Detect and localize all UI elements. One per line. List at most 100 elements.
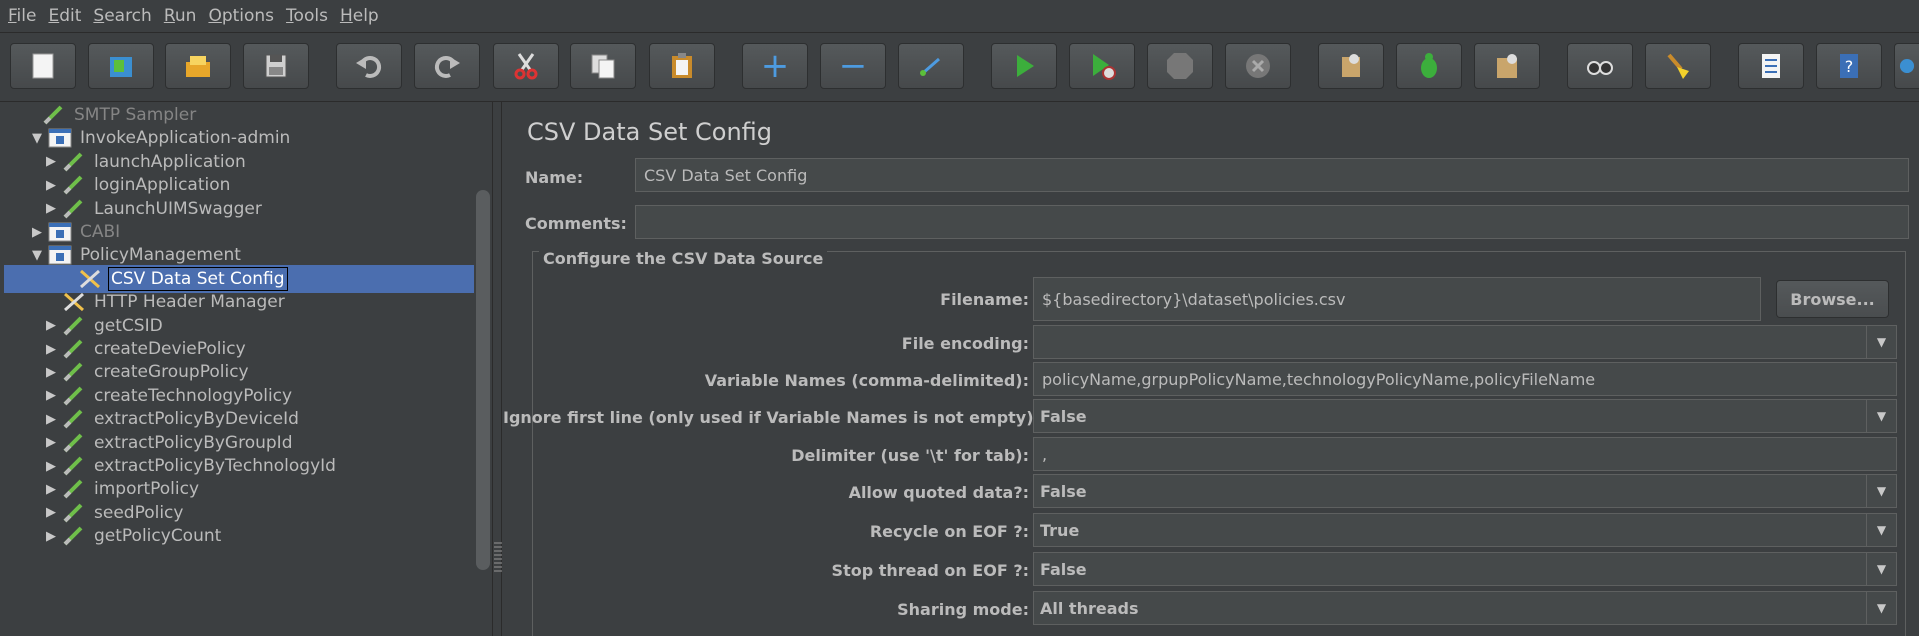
expand-all-button[interactable]: +	[742, 43, 808, 89]
collapse-toggle-icon[interactable]: ▼	[28, 131, 46, 146]
shutdown-button[interactable]	[1225, 43, 1291, 89]
stop-thread-on-eof-value: False	[1040, 559, 1087, 579]
reset-search-button[interactable]	[1645, 43, 1711, 89]
redo-icon	[434, 55, 460, 78]
tree-item-label: SMTP Sampler	[74, 105, 197, 125]
expand-toggle-icon[interactable]: ▶	[42, 505, 60, 520]
stop-thread-on-eof-combo[interactable]: False ▼	[1033, 552, 1897, 586]
paste-button[interactable]	[649, 43, 715, 89]
delimiter-field[interactable]: ,	[1033, 437, 1897, 471]
help-button[interactable]: ?	[1816, 43, 1882, 89]
config-icon	[76, 267, 104, 291]
sampler-icon	[60, 173, 88, 197]
redo-button[interactable]	[414, 43, 480, 89]
menu-tools[interactable]: Tools	[280, 6, 334, 26]
sampler-icon	[40, 103, 68, 127]
chevron-down-icon[interactable]: ▼	[1866, 400, 1896, 432]
tree-scrollbar-thumb[interactable]	[476, 190, 490, 570]
menu-search[interactable]: Search	[87, 6, 157, 26]
ignore-first-line-value: False	[1040, 406, 1087, 426]
menu-run[interactable]: Run	[158, 6, 203, 26]
test-plan-tree[interactable]: SMTP Sampler ▼ InvokeApplication-admin ▶ lau…	[0, 102, 478, 636]
tree-item-label: PolicyManagement	[80, 245, 241, 266]
comments-field[interactable]	[635, 205, 1909, 239]
expand-toggle-icon[interactable]: ▶	[42, 365, 60, 380]
expand-toggle-icon[interactable]: ▶	[42, 435, 60, 450]
sharing-mode-value: All threads	[1040, 598, 1139, 618]
expand-toggle-icon[interactable]: ▶	[42, 388, 60, 403]
recycle-on-eof-combo[interactable]: True ▼	[1033, 513, 1897, 547]
chevron-down-icon[interactable]: ▼	[1866, 592, 1896, 624]
ignore-first-line-label: Ignore first line (only used if Variable…	[503, 408, 1040, 427]
menu-run-mnemonic: R	[163, 6, 175, 26]
menu-search-mnemonic: S	[93, 6, 105, 26]
undo-icon	[356, 55, 382, 78]
undo-button[interactable]	[336, 43, 402, 89]
start-button[interactable]	[991, 43, 1057, 89]
search-button[interactable]	[1567, 43, 1633, 89]
expand-toggle-icon[interactable]: ▶	[42, 459, 60, 474]
controller-icon	[46, 243, 74, 267]
variable-names-field[interactable]: policyName,grpupPolicyName,technologyPol…	[1033, 362, 1897, 396]
group-title: Configure the CSV Data Source	[539, 249, 828, 268]
start-no-timers-button[interactable]	[1069, 43, 1135, 89]
tree-item[interactable]: ▶ getPolicyCount	[42, 522, 223, 550]
open-button[interactable]	[165, 43, 231, 89]
chevron-down-icon[interactable]: ▼	[1866, 475, 1896, 507]
shutdown-icon	[1246, 54, 1270, 78]
menu-options[interactable]: Options	[202, 6, 280, 26]
allow-quoted-data-combo[interactable]: False ▼	[1033, 474, 1897, 508]
save-button[interactable]	[243, 43, 309, 89]
menu-help-mnemonic: H	[339, 6, 353, 26]
copy-button[interactable]	[570, 43, 636, 89]
clear-all-button[interactable]	[1474, 43, 1540, 89]
expand-toggle-icon[interactable]: ▶	[42, 154, 60, 169]
splitter-grip[interactable]	[494, 542, 502, 572]
file-encoding-combo[interactable]: ▼	[1033, 325, 1897, 359]
expand-toggle-icon[interactable]: ▶	[42, 529, 60, 544]
toggle-button[interactable]	[898, 43, 964, 89]
tree-item-label: getCSID	[94, 315, 163, 336]
ignore-first-line-combo[interactable]: False ▼	[1033, 399, 1897, 433]
chevron-down-icon[interactable]: ▼	[1866, 514, 1896, 546]
expand-toggle-icon[interactable]: ▶	[42, 201, 60, 216]
function-helper-button[interactable]	[1738, 43, 1804, 89]
expand-toggle-icon[interactable]: ▶	[42, 342, 60, 357]
tree-item-label: getPolicyCount	[94, 526, 222, 547]
sampler-icon	[60, 524, 88, 548]
cut-button[interactable]	[493, 43, 559, 89]
menu-help[interactable]: Help	[334, 6, 385, 26]
menu-edit[interactable]: Edit	[42, 6, 87, 26]
chevron-down-icon[interactable]: ▼	[1866, 553, 1896, 585]
collapse-all-button[interactable]: −	[820, 43, 886, 89]
templates-button[interactable]	[88, 43, 154, 89]
allow-quoted-data-value: False	[1040, 481, 1087, 501]
chevron-down-icon[interactable]: ▼	[1866, 326, 1896, 358]
clear-button[interactable]	[1318, 43, 1384, 89]
tree-item-label: extractPolicyByDeviceId	[94, 409, 299, 430]
menu-file[interactable]: File	[2, 6, 42, 26]
templates-icon	[110, 57, 132, 77]
pane-splitter[interactable]	[492, 102, 502, 636]
expand-toggle-icon[interactable]: ▶	[42, 318, 60, 333]
filename-field[interactable]: ${basedirectory}\dataset\policies.csv	[1033, 277, 1761, 321]
sharing-mode-combo[interactable]: All threads ▼	[1033, 591, 1897, 625]
new-button[interactable]	[10, 43, 76, 89]
expand-toggle-icon[interactable]: ▶	[42, 412, 60, 427]
tree-item-label: HTTP Header Manager	[94, 292, 285, 313]
allow-quoted-data-label: Allow quoted data?:	[848, 483, 1029, 502]
globe-button[interactable]	[1894, 43, 1919, 89]
tree-item-label: extractPolicyByTechnologyId	[94, 456, 336, 476]
tree-item-label: importPolicy	[94, 479, 200, 500]
debug-button[interactable]	[1396, 43, 1462, 89]
tree-item-label: LaunchUIMSwagger	[94, 198, 262, 219]
stop-button[interactable]	[1147, 43, 1213, 89]
recycle-on-eof-label: Recycle on EOF ?:	[869, 522, 1029, 541]
expand-toggle-icon[interactable]: ▶	[42, 178, 60, 193]
collapse-toggle-icon[interactable]: ▼	[28, 248, 46, 263]
sampler-icon	[60, 407, 88, 431]
browse-button[interactable]: Browse...	[1776, 280, 1889, 318]
expand-toggle-icon[interactable]: ▶	[28, 225, 46, 240]
name-field[interactable]: CSV Data Set Config	[635, 158, 1909, 192]
expand-toggle-icon[interactable]: ▶	[42, 482, 60, 497]
